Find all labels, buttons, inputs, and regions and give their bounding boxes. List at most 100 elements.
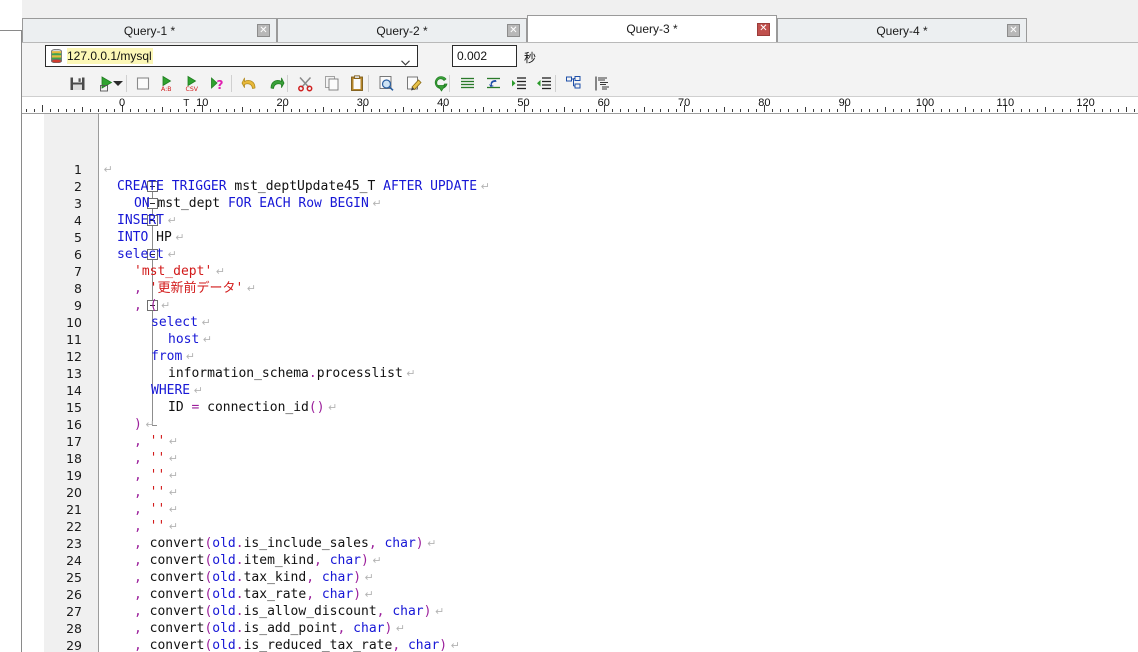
replace-button[interactable] (403, 73, 425, 94)
eol-marker-icon: ↵ (190, 384, 203, 397)
query-tab-3[interactable]: Query-3 * ✕ (527, 15, 777, 42)
code-line[interactable]: , convert(old.is_add_point, char) ↵ (134, 620, 405, 637)
code-line[interactable]: , convert(old.item_kind, char) ↵ (134, 552, 382, 569)
code-line[interactable]: from ↵ (151, 348, 195, 365)
line-number: 21 (66, 502, 82, 517)
tab-stop-marker[interactable]: T (183, 98, 189, 109)
execute-csv-button[interactable]: CSV (181, 73, 203, 94)
outdent-button[interactable] (533, 73, 555, 94)
execute-ab-button[interactable]: A:B (156, 73, 178, 94)
code-line[interactable]: ) ↵ (134, 416, 155, 433)
eol-marker-icon: ↵ (157, 299, 171, 312)
code-line[interactable]: , '' ↵ (134, 518, 178, 535)
code-token: ON (134, 196, 150, 211)
find-button[interactable] (375, 73, 397, 94)
code-line[interactable]: information_schema.processlist ↵ (168, 365, 416, 382)
close-icon[interactable]: ✕ (1007, 24, 1020, 37)
code-line[interactable]: , '' ↵ (134, 433, 178, 450)
undo-button[interactable] (238, 73, 260, 94)
code-token: . (235, 553, 244, 568)
eol-marker-icon: ↵ (100, 163, 113, 176)
code-line[interactable]: , '' ↵ (134, 467, 178, 484)
ruler-tick (892, 109, 894, 112)
code-line[interactable]: ON mst_dept FOR EACH Row BEGIN ↵ (134, 195, 382, 212)
chevron-down-icon (110, 75, 127, 92)
code-line[interactable]: , convert(old.tax_rate, char) ↵ (134, 586, 374, 603)
execution-plan-button[interactable] (591, 73, 613, 94)
code-line[interactable]: 'mst_dept' ↵ (134, 263, 225, 280)
query-tab-strip: Query-1 * ✕ Query-2 * ✕ Query-3 * ✕ Query-4 * ✕ (22, 0, 1138, 42)
copy-pages-icon (324, 75, 341, 92)
elapsed-time-field[interactable]: 0.002 (452, 45, 517, 67)
code-line[interactable]: , '更新前データ' ↵ (134, 280, 256, 297)
code-line[interactable]: INTO HP ↵ (117, 229, 185, 246)
code-line[interactable]: INSERT ↵ (117, 212, 177, 229)
code-folding-gutter[interactable] (84, 114, 158, 652)
eol-marker-icon: ↵ (368, 197, 382, 210)
eol-marker-icon: ↵ (324, 401, 338, 414)
code-line[interactable]: CREATE TRIGGER mst_deptUpdate45_T AFTER … (117, 178, 490, 195)
line-number: 17 (66, 434, 82, 449)
ruler-tick (949, 109, 951, 112)
code-line[interactable]: select ↵ (117, 246, 177, 263)
redo-button[interactable] (265, 73, 287, 94)
close-icon[interactable]: ✕ (757, 22, 770, 36)
lines-align-icon (459, 75, 476, 92)
ruler-tick (41, 105, 43, 112)
code-line[interactable]: , '' ↵ (134, 501, 178, 518)
object-tree-button[interactable] (562, 73, 584, 94)
cut-button[interactable] (294, 73, 316, 94)
code-line[interactable]: host ↵ (168, 331, 212, 348)
close-icon[interactable]: ✕ (257, 24, 270, 37)
ruler-tick (330, 109, 332, 112)
ruler-tick (354, 109, 356, 112)
query-tab-2[interactable]: Query-2 * ✕ (277, 18, 527, 42)
copy-button[interactable] (321, 73, 343, 94)
code-line[interactable]: , ( ↵ (134, 297, 170, 314)
code-line[interactable]: , '' ↵ (134, 484, 178, 501)
code-token: . (235, 587, 244, 602)
close-icon[interactable]: ✕ (507, 24, 520, 37)
query-tab-1[interactable]: Query-1 * ✕ (22, 18, 277, 42)
code-line[interactable]: , '' ↵ (134, 450, 178, 467)
code-text[interactable]: ↵ CREATE TRIGGER mst_deptUpdate45_T AFTER… (100, 114, 1138, 652)
code-line[interactable]: , convert(old.is_include_sales, char) ↵ (134, 535, 436, 552)
paste-button[interactable] (346, 73, 368, 94)
ruler-tick (234, 109, 236, 112)
code-token: '' (149, 434, 166, 449)
execute-dropdown[interactable] (112, 73, 124, 94)
code-token: convert (141, 604, 205, 619)
code-token: '' (149, 502, 166, 517)
explain-plan-button[interactable]: ? (206, 73, 228, 94)
indent-right-icon (511, 75, 528, 92)
code-line[interactable]: ↵ (100, 161, 113, 178)
format-sql-button[interactable] (456, 73, 478, 94)
ruler-tick (57, 109, 59, 112)
chevron-down-icon[interactable] (401, 53, 410, 66)
code-editor-area[interactable]: 1 2 3 4 5 6 7 8 9 10 11 12 13 14 15 16 17 18 19 20 21 22 23 24 2… (22, 114, 1138, 652)
connection-combobox[interactable]: 127.0.0.1/mysql (45, 45, 418, 67)
code-line[interactable]: WHERE ↵ (151, 382, 203, 399)
indent-button[interactable] (508, 73, 530, 94)
lines-undo-icon (485, 75, 502, 92)
code-line[interactable]: select ↵ (151, 314, 211, 331)
ruler-tick (250, 109, 252, 112)
ruler-label-110: 110 (996, 97, 1015, 109)
code-line[interactable]: ID = connection_id() ↵ (168, 399, 337, 416)
format-undo-button[interactable] (482, 73, 504, 94)
code-token: '更新前データ' (149, 281, 244, 296)
code-line[interactable]: , convert(old.is_reduced_tax_rate, char)… (134, 637, 460, 652)
query-tab-4[interactable]: Query-4 * ✕ (777, 18, 1027, 42)
eol-marker-icon: ↵ (361, 571, 374, 584)
code-line[interactable]: , convert(old.tax_kind, char) ↵ (134, 569, 374, 586)
save-button[interactable] (66, 73, 88, 94)
code-token: WHERE (151, 383, 191, 398)
ruler-tick (178, 109, 180, 112)
ruler-label-20: 20 (276, 97, 289, 109)
column-ruler[interactable]: 0 10 20 30 40 50 60 70 80 90 100 110 120 T (22, 97, 1138, 114)
code-line[interactable]: , convert(old.is_allow_discount, char) ↵ (134, 603, 444, 620)
stop-button[interactable] (132, 73, 154, 94)
